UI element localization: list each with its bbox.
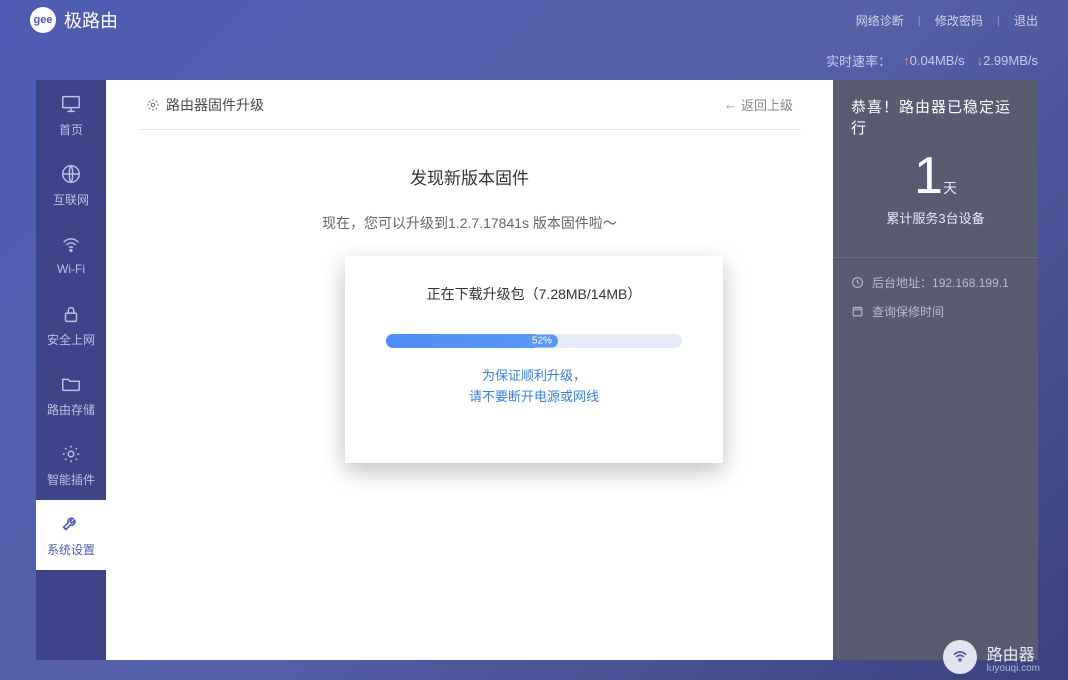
modal-title: 正在下载升级包（7.28MB/14MB） xyxy=(385,284,683,304)
progress-bar: 52% xyxy=(386,334,682,348)
modal-hint: 为保证顺利升级， 请不要断开电源或网线 xyxy=(385,366,683,408)
brand-watermark: 路由器 luyouqi.com xyxy=(943,640,1040,674)
brand-icon xyxy=(943,640,977,674)
download-modal: 正在下载升级包（7.28MB/14MB） 52% 为保证顺利升级， 请不要断开电… xyxy=(345,256,723,463)
modal-overlay: 正在下载升级包（7.28MB/14MB） 52% 为保证顺利升级， 请不要断开电… xyxy=(0,0,1068,680)
progress-fill: 52% xyxy=(386,334,540,348)
progress-percent: 52% xyxy=(526,335,558,348)
